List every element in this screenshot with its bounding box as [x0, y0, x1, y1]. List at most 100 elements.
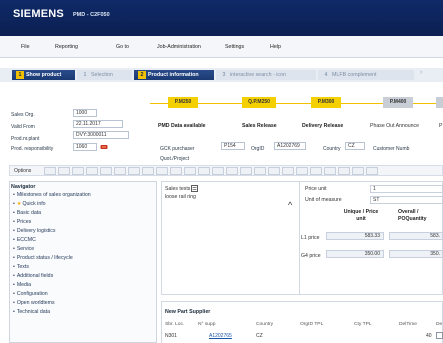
nav-item-technical-data[interactable]: • Technical data	[13, 309, 50, 315]
col-header-overall-poquantity: Overall / POQuantity	[398, 209, 427, 222]
option-button[interactable]	[212, 167, 224, 175]
nav-item-label: Open worldtems	[16, 300, 55, 306]
supplier-loc: N301	[165, 333, 177, 339]
g4-price-overall-value: 350.	[389, 250, 443, 258]
step-show-product[interactable]: 1 Show product	[12, 70, 75, 80]
step-interactive-search[interactable]: 3 interactive search - icon	[216, 70, 316, 80]
milestone-qpm250[interactable]: Q.P.M250	[242, 97, 276, 108]
option-button[interactable]	[170, 167, 182, 175]
nav-item-prices[interactable]: • Prices	[13, 219, 31, 225]
handshake-icon[interactable]	[100, 143, 108, 151]
country-field[interactable]: CZ	[345, 142, 365, 150]
option-button[interactable]	[296, 167, 308, 175]
menu-bar: File Reporting Go to Job-Administration …	[0, 36, 443, 58]
siemens-logo: SIEMENS	[13, 8, 64, 20]
step-mlfb-complement[interactable]: 4 MLFB complement	[318, 70, 414, 80]
bullet-icon: •	[13, 309, 15, 315]
nav-item-milestones[interactable]: • Milestones of sales organization	[13, 192, 91, 198]
chevron-up-icon[interactable]: ^	[288, 200, 292, 210]
prod-responsibility-label: Prod. responsibility	[11, 146, 54, 152]
nav-item-label: Media	[16, 282, 31, 288]
option-button[interactable]	[44, 167, 56, 175]
customer-number-label: Customer Numb	[373, 146, 410, 152]
option-button[interactable]	[338, 167, 350, 175]
option-button[interactable]	[114, 167, 126, 175]
nav-item-service[interactable]: • Service	[13, 246, 34, 252]
nav-item-label: Product status / lifecycle	[16, 255, 73, 261]
prod-responsibility-field[interactable]: 1060	[73, 143, 97, 151]
option-button[interactable]	[240, 167, 252, 175]
new-part-supplier-panel: New Part Supplier Sbr. Loc. N° supp Coun…	[161, 301, 443, 343]
sales-org-field[interactable]: 1000	[73, 109, 97, 117]
supplier-title: New Part Supplier	[165, 309, 211, 315]
option-button[interactable]	[58, 167, 70, 175]
option-button[interactable]	[324, 167, 336, 175]
nav-item-quick-info[interactable]: • ★Quick info	[13, 201, 46, 207]
supplier-number-link[interactable]: A1202765	[209, 333, 232, 339]
nav-item-eccmc[interactable]: • ECCMC	[13, 237, 36, 243]
step-label: Selection	[91, 72, 113, 78]
option-button[interactable]	[156, 167, 168, 175]
option-button[interactable]	[100, 167, 112, 175]
bullet-icon: •	[13, 246, 15, 252]
supplier-checkbox[interactable]	[436, 332, 443, 339]
nav-item-open-worlditems[interactable]: • Open worldtems	[13, 300, 55, 306]
chevron-right-icon: ›	[420, 69, 423, 76]
unit-of-measure-field[interactable]: ST	[370, 196, 443, 204]
bullet-icon: •	[13, 210, 15, 216]
milestone-label-data-available: PMD Data available	[158, 123, 206, 129]
step-label: MLFB complement	[332, 72, 377, 78]
nav-item-label: Texts	[16, 264, 29, 270]
orgid-field[interactable]: A1202769	[274, 142, 306, 150]
nav-item-texts[interactable]: • Texts	[13, 264, 29, 270]
price-unit-field[interactable]: 1	[370, 185, 443, 193]
nav-item-media[interactable]: • Media	[13, 282, 31, 288]
col-header-orgid-tpl: OrgID TPL	[300, 322, 324, 327]
nav-item-product-status[interactable]: • Product status / lifecycle	[13, 255, 73, 261]
option-button[interactable]	[268, 167, 280, 175]
menu-settings[interactable]: Settings	[225, 44, 244, 50]
option-button[interactable]	[282, 167, 294, 175]
menu-reporting[interactable]: Reporting	[55, 44, 78, 50]
milestone-pm300[interactable]: P.M300	[311, 97, 341, 108]
option-button[interactable]	[184, 167, 196, 175]
option-button[interactable]	[142, 167, 154, 175]
bullet-icon: •	[13, 237, 15, 243]
col-header-unique-price-unit: Unique / Price unit	[343, 209, 379, 222]
valid-from-field[interactable]: 22.11.2017	[73, 120, 123, 128]
navigator-panel: Navigator • Milestones of sales organizat…	[9, 181, 157, 343]
nav-item-label: ECCMC	[16, 237, 36, 243]
menu-file[interactable]: File	[21, 44, 30, 50]
step-product-information[interactable]: 2 Product information	[134, 70, 214, 80]
menu-goto[interactable]: Go to	[116, 44, 129, 50]
milestone-pm250[interactable]: P.M250	[168, 97, 198, 108]
option-button[interactable]	[254, 167, 266, 175]
bullet-icon: •	[13, 201, 15, 207]
gck-purchaser-label: GCK purchaser	[160, 146, 195, 152]
star-icon: ★	[16, 201, 22, 207]
option-button[interactable]	[226, 167, 238, 175]
option-button[interactable]	[72, 167, 84, 175]
menu-help[interactable]: Help	[270, 44, 281, 50]
menu-job-administration[interactable]: Job-Administration	[157, 44, 201, 50]
milestone-label-next: P	[439, 123, 443, 129]
option-button[interactable]	[310, 167, 322, 175]
prod-no-plant-field[interactable]: DVY:3000011	[73, 131, 129, 139]
bullet-icon: •	[13, 228, 15, 234]
option-button[interactable]	[366, 167, 378, 175]
gck-purchaser-field[interactable]: P154	[221, 142, 245, 150]
milestone-pm400[interactable]: P.M400	[383, 97, 413, 108]
option-button[interactable]	[352, 167, 364, 175]
nav-item-additional-fields[interactable]: • Additional fields	[13, 273, 53, 279]
nav-item-configuration[interactable]: • Configuration	[13, 291, 48, 297]
col-header-country: Country	[256, 322, 274, 327]
milestone-next[interactable]	[436, 97, 443, 108]
option-button[interactable]	[128, 167, 140, 175]
step-selection[interactable]: 1 Selection	[77, 70, 132, 80]
nav-item-basic-data[interactable]: • Basic data	[13, 210, 41, 216]
option-button[interactable]	[198, 167, 210, 175]
price-unit-label: Price unit	[305, 186, 327, 192]
document-icon[interactable]	[191, 185, 198, 192]
option-button[interactable]	[86, 167, 98, 175]
nav-item-delivery-logistics[interactable]: • Delivery logistics	[13, 228, 55, 234]
